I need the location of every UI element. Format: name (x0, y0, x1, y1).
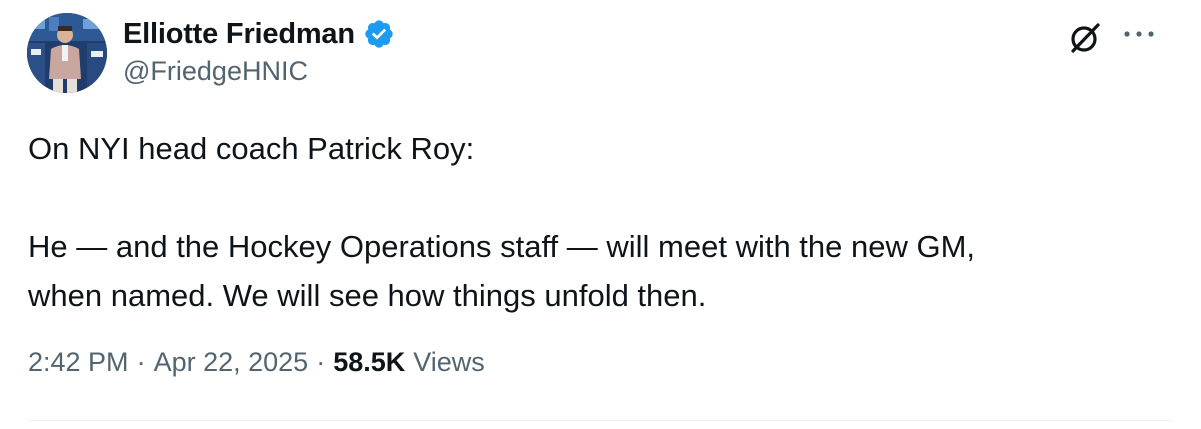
author-name-row: Elliotte Friedman (123, 14, 395, 54)
views-count[interactable]: 58.5K (333, 347, 405, 378)
author-handle[interactable]: @FriedgeHNIC (123, 56, 308, 87)
tweet-text-line: when named. We will see how things unfol… (28, 278, 707, 313)
tweet-text-gap (28, 173, 1168, 222)
tweet-text: On NYI head coach Patrick Roy: He — and … (28, 124, 1168, 320)
meta-separator: · (136, 347, 146, 377)
tweet-meta: 2:42 PM · Apr 22, 2025 · 58.5K Views (28, 347, 485, 378)
tweet-date[interactable]: Apr 22, 2025 (154, 347, 309, 378)
more-dots-icon[interactable] (1119, 22, 1159, 46)
avatar-image (27, 13, 107, 93)
tweet-card: Elliotte Friedman @FriedgeHNIC On NYI he… (0, 0, 1201, 429)
author-display-name[interactable]: Elliotte Friedman (123, 18, 355, 51)
tweet-time[interactable]: 2:42 PM (28, 347, 129, 378)
views-label: Views (413, 347, 485, 377)
tweet-text-line: On NYI head coach Patrick Roy: (28, 131, 475, 166)
tweet-text-line: He — and the Hockey Operations staff — w… (28, 229, 976, 264)
divider (28, 420, 1173, 421)
grok-icon[interactable] (1067, 20, 1103, 56)
verified-badge-icon[interactable] (363, 18, 395, 50)
avatar[interactable] (27, 13, 107, 93)
meta-separator: · (316, 347, 326, 377)
